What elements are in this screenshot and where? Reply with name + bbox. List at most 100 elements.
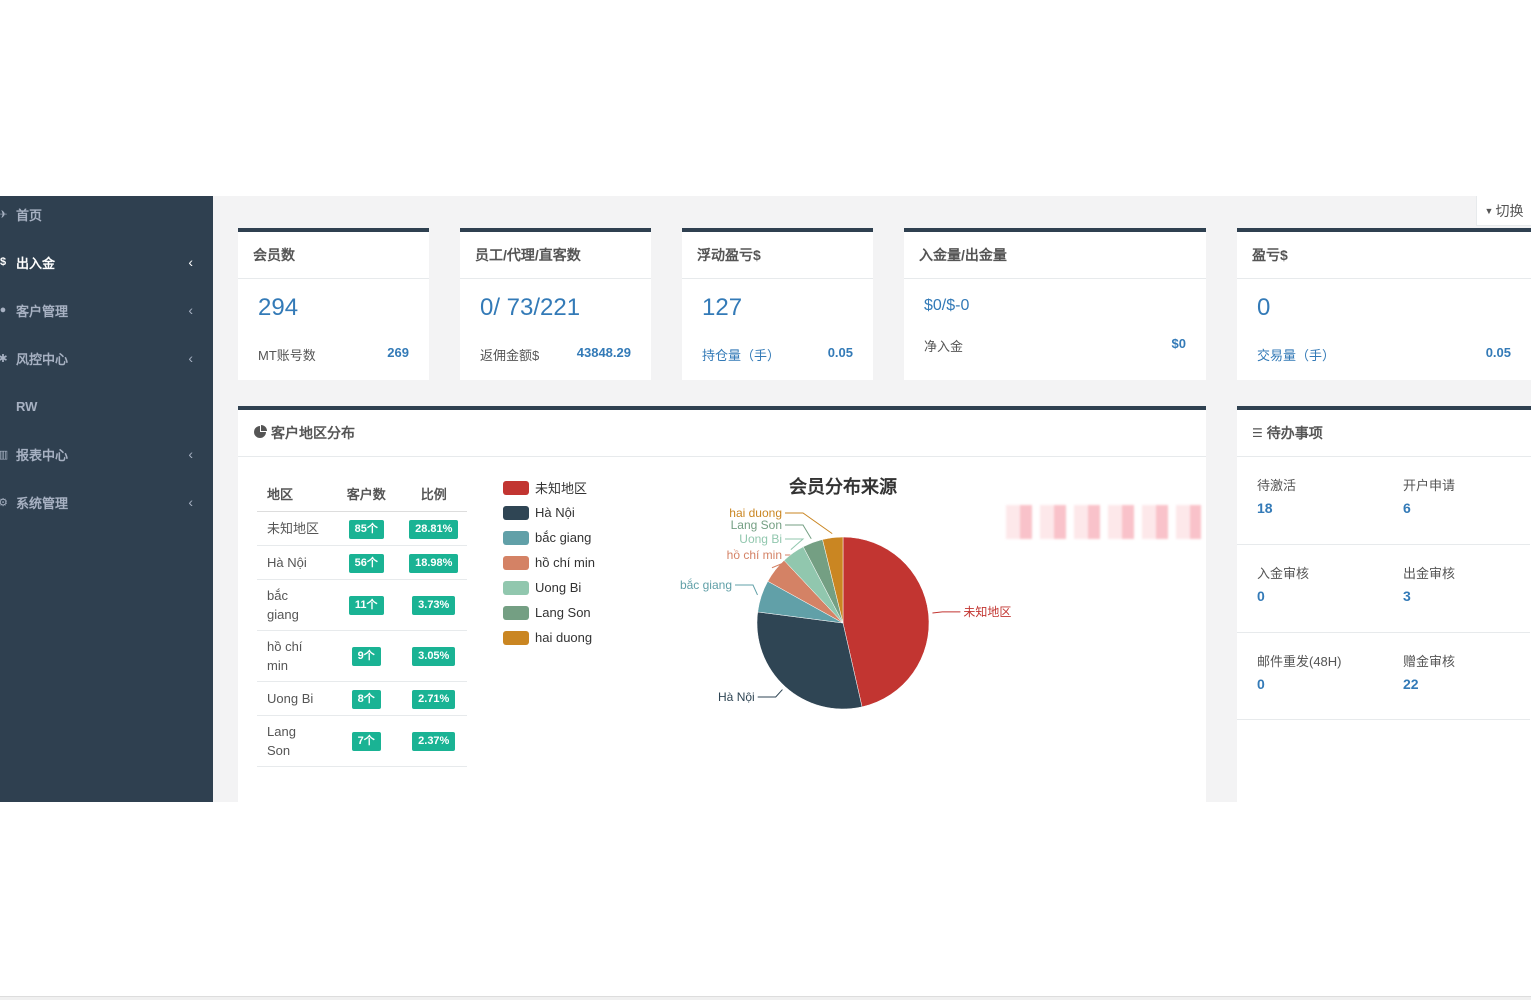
todo-label: 赠金审核: [1403, 654, 1456, 669]
blurred-watermark: [1006, 505, 1201, 539]
legend-item[interactable]: Uong Bi: [503, 575, 595, 600]
legend-item[interactable]: hồ chí min: [503, 550, 595, 575]
bottom-strip: [0, 996, 1531, 1000]
network-icon: ⚙: [0, 496, 8, 509]
pie-label: Lang Son: [731, 518, 782, 532]
legend-item[interactable]: hai duong: [503, 625, 595, 650]
region-panel-title-text: 客户地区分布: [271, 425, 355, 441]
todo-label: 出金审核: [1403, 566, 1456, 581]
stat-main-value: $0/$-0: [924, 297, 970, 314]
sidebar-item-4[interactable]: RW: [0, 382, 213, 430]
legend-item[interactable]: bắc giang: [503, 525, 595, 550]
region-panel: 客户地区分布 地区 客户数 比例 未知地区 85个 28.81% Hà Nội …: [238, 406, 1206, 802]
region-ratio-cell: 3.73%: [400, 579, 467, 631]
sidebar-item-3[interactable]: ✱ 风控中心 ‹: [0, 334, 213, 382]
todo-item[interactable]: 出金审核 3: [1403, 563, 1531, 604]
stat-main-value: 127: [702, 294, 743, 321]
todo-divider: [1237, 544, 1530, 545]
pie-label-line: [932, 611, 961, 614]
count-badge: 56个: [348, 553, 384, 573]
legend-swatch: [503, 605, 529, 620]
sidebar-item-1[interactable]: $ 出入金 ‹: [0, 238, 213, 286]
caret-down-icon: ▼: [1484, 205, 1494, 216]
count-badge: 11个: [348, 596, 384, 615]
todo-label: 邮件重发(48H): [1257, 654, 1342, 669]
stat-card-title: 会员数: [238, 232, 429, 279]
pie-label: 未知地区: [963, 605, 1011, 619]
stat-card-body: 0 交易量（手） 0.05: [1237, 279, 1531, 379]
dollar-icon: $: [0, 256, 7, 268]
region-name: Lang Son: [257, 715, 332, 767]
table-row: Lang Son 7个 2.37%: [257, 715, 467, 767]
chevron-left-icon: ‹: [188, 350, 193, 366]
todo-divider: [1237, 719, 1530, 720]
region-count-cell: 85个: [332, 511, 401, 546]
legend-swatch: [503, 580, 529, 595]
todo-label: 待激活: [1257, 478, 1297, 493]
stat-card-title: 员工/代理/直客数: [460, 232, 651, 279]
region-ratio-cell: 18.98%: [400, 545, 467, 580]
legend-swatch: [503, 505, 529, 520]
legend-item[interactable]: Hà Nội: [503, 500, 595, 525]
column-header-region: 地区: [257, 477, 332, 512]
todo-item[interactable]: 赠金审核 22: [1403, 651, 1531, 692]
legend-label: Hà Nội: [535, 505, 575, 520]
chart-title: 会员分布来源: [789, 476, 897, 497]
ratio-badge: 3.05%: [412, 647, 456, 666]
todo-panel-title: ☰ 待办事项: [1237, 410, 1531, 457]
todo-label: 入金审核: [1257, 566, 1310, 581]
stat-sub-label: 交易量（手）: [1257, 348, 1336, 363]
pie-label: hồ chí min: [727, 548, 782, 562]
sidebar-item-label: RW: [16, 398, 38, 414]
stat-main-value: 0/ 73/221: [480, 294, 581, 321]
sidebar-item-5[interactable]: ▥ 报表中心 ‹: [0, 430, 213, 478]
sidebar-item-label: 系统管理: [16, 495, 69, 511]
region-count-cell: 11个: [332, 579, 401, 631]
sidebar-item-label: 出入金: [16, 255, 56, 271]
todo-item[interactable]: 开户申请 6: [1403, 475, 1531, 516]
stat-card-4: 盈亏$ 0 交易量（手） 0.05: [1237, 228, 1531, 380]
stat-sub-label: 返佣金额$: [480, 348, 540, 363]
stat-sub-value: $0: [1171, 336, 1186, 351]
chart-legend: 未知地区 Hà Nội bắc giang hồ chí min Uong Bi Lang…: [503, 475, 595, 650]
sidebar-item-6[interactable]: ⚙ 系统管理 ‹: [0, 478, 213, 526]
ratio-badge: 2.71%: [412, 689, 456, 709]
table-row: Uong Bi 8个 2.71%: [257, 681, 467, 716]
legend-label: Uong Bi: [535, 580, 582, 595]
pie-label-line: [785, 512, 833, 535]
sidebar-item-label: 报表中心: [16, 447, 69, 463]
todo-item[interactable]: 待激活 18: [1257, 475, 1397, 516]
stat-sub-label: MT账号数: [258, 348, 316, 363]
legend-item[interactable]: 未知地区: [503, 475, 595, 500]
stat-card-body: 127 持仓量（手） 0.05: [682, 279, 873, 379]
region-table-header: 地区 客户数 比例: [257, 477, 467, 512]
stat-sub-value: 0.05: [827, 345, 853, 360]
stat-card-0: 会员数 294 MT账号数 269: [238, 228, 429, 380]
sidebar-item-label: 首页: [16, 207, 43, 223]
sidebar: ✈ 首页 $ 出入金 ‹ ● 客户管理 ‹ ✱ 风控中心 ‹ RW ▥ 报表中心 ‹ ⚙ 系统管理 ‹: [0, 196, 213, 802]
sidebar-item-2[interactable]: ● 客户管理 ‹: [0, 286, 213, 334]
sidebar-item-0[interactable]: ✈ 首页: [0, 196, 213, 238]
todo-count: 0: [1257, 588, 1265, 604]
region-panel-body: 地区 客户数 比例 未知地区 85个 28.81% Hà Nội 56个 18.…: [238, 457, 1206, 802]
switch-button[interactable]: ▼ 切换: [1476, 196, 1531, 226]
legend-item[interactable]: Lang Son: [503, 600, 595, 625]
region-ratio-cell: 2.37%: [400, 715, 467, 767]
dashboard-app: ✈ 首页 $ 出入金 ‹ ● 客户管理 ‹ ✱ 风控中心 ‹ RW ▥ 报表中心 ‹ ⚙ 系统管理 ‹ ▼ 切换 …: [0, 196, 1531, 802]
pie-label-line: [735, 584, 758, 596]
todo-item[interactable]: 入金审核 0: [1257, 563, 1397, 604]
legend-label: hai duong: [535, 630, 593, 645]
region-count-cell: 8个: [332, 681, 401, 716]
table-row: bắc giang 11个 3.73%: [257, 579, 467, 631]
stat-main-value: 294: [258, 294, 299, 321]
region-count-cell: 9个: [332, 630, 401, 682]
stat-card-1: 员工/代理/直客数 0/ 73/221 返佣金额$ 43848.29: [460, 228, 651, 380]
list-icon: ☰: [1252, 426, 1263, 440]
ratio-badge: 18.98%: [409, 553, 459, 573]
pie-label: hai duong: [729, 506, 782, 520]
chevron-left-icon: ‹: [188, 494, 193, 510]
ratio-badge: 28.81%: [409, 519, 459, 539]
region-name: bắc giang: [257, 579, 332, 631]
todo-item[interactable]: 邮件重发(48H) 0: [1257, 651, 1397, 692]
legend-label: 未知地区: [535, 481, 588, 496]
